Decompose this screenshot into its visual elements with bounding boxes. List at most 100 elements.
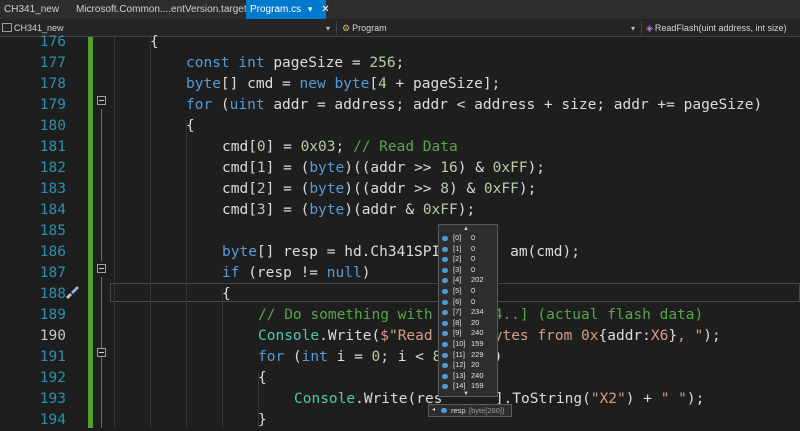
line-number: 187 (39, 265, 66, 281)
code-line[interactable]: { (150, 32, 159, 53)
datatip-value: 240 (471, 328, 484, 338)
code-line[interactable]: for (uint addr = address; addr < address… (186, 95, 762, 116)
datatip-row[interactable]: [4] 202 (439, 275, 497, 286)
code-token: 2 (256, 181, 266, 197)
code-token: , " (677, 328, 704, 344)
code-line[interactable]: const int pageSize = 256; (186, 53, 404, 74)
line-number: 185 (39, 223, 66, 239)
code-token: { (222, 286, 231, 302)
tab-label: Microsoft.Common....entVersion.targets (76, 4, 252, 15)
tab-common-targets[interactable]: Microsoft.Common....entVersion.targets (72, 0, 256, 19)
code-line[interactable]: byte[] cmd = new byte[4 + pageSize]; (186, 74, 500, 95)
document-tab-bar: CH341_new Microsoft.Common....entVersion… (0, 0, 800, 19)
datatip-expanded-array[interactable]: ▲ [0] 0 [1] 0 [2] 0 [3] 0 [4] 202 [5] 0 [6] 0 [7] 234 [8… (438, 224, 498, 397)
code-token: if (222, 265, 240, 281)
datatip-row[interactable]: [3] 0 (439, 265, 497, 276)
paintbrush-icon[interactable] (64, 285, 80, 299)
line-number: 188 (39, 286, 66, 302)
datatip-value: 0 (471, 243, 476, 253)
member-dropdown[interactable]: ◈ ReadFlash(uint address, int size) (646, 19, 786, 37)
collapse-toggle[interactable] (97, 264, 106, 273)
field-icon (442, 342, 448, 347)
code-editor[interactable]: 176 177 178 179 180 181 182 183 184 185 186 187 188 1… (0, 34, 800, 428)
code-token: "X2" (590, 391, 626, 407)
datatip-index: [8] (453, 317, 462, 327)
code-token: X6 (650, 328, 669, 344)
datatip-row[interactable]: [2] 0 (439, 254, 497, 265)
code-token: ( (284, 349, 302, 365)
code-token: . (319, 328, 328, 344)
datatip-row[interactable]: [1] 0 (439, 244, 497, 255)
field-icon (442, 331, 448, 337)
code-token: ] = ( (265, 160, 310, 176)
code-token: ytes from 0x (493, 328, 599, 344)
code-token: { (258, 370, 267, 386)
code-token: 0xFF (483, 181, 519, 197)
fold-guide (101, 109, 102, 261)
code-token: byte (186, 76, 221, 92)
code-token: // Read Data (352, 139, 458, 155)
tab-ch341-new[interactable]: CH341_new (0, 0, 63, 19)
datatip-row[interactable]: [12] 20 (439, 360, 497, 371)
field-icon (442, 257, 448, 263)
scroll-down-icon[interactable]: ▼ (463, 391, 469, 397)
collapse-toggle[interactable] (97, 96, 106, 105)
code-line[interactable]: cmd[2] = (byte)((addr >> 8) & 0xFF); (222, 179, 536, 200)
code-line[interactable]: cmd[1] = (byte)((addr >> 16) & 0xFF); (222, 158, 545, 179)
datatip-row[interactable]: [5] 0 (439, 286, 497, 297)
line-number: 179 (39, 97, 66, 113)
code-token: byte (334, 76, 370, 92)
code-token: cmd[ (222, 160, 257, 176)
pin-icon[interactable]: ▾ (308, 4, 313, 14)
code-token: 16 (440, 160, 458, 176)
code-line[interactable]: cmd[3] = (byte)(addr & 0xFF); (222, 200, 475, 221)
tab-program-cs[interactable]: Program.cs ▾ ✕ (246, 0, 330, 19)
datatip-row[interactable]: [7] 234 (439, 307, 497, 318)
datatip-row[interactable]: [8] 20 (439, 318, 497, 329)
separator (641, 21, 642, 35)
datatip-row[interactable]: [13] 240 (439, 371, 497, 382)
chevron-down-icon: ▾ (631, 24, 636, 33)
collapse-toggle[interactable] (97, 348, 106, 357)
line-number: 182 (39, 160, 66, 176)
separator (336, 21, 337, 35)
close-icon[interactable]: ✕ (321, 4, 329, 15)
code-line[interactable]: cmd[0] = 0x03; // Read Data (222, 137, 458, 158)
code-token: new (299, 76, 326, 92)
code-token: ) + (625, 391, 661, 407)
code-token: { (186, 118, 195, 134)
datatip-row[interactable]: [10] 159 (439, 339, 497, 350)
code-token: 4 (378, 76, 387, 92)
datatip-value: 202 (471, 275, 484, 285)
datatip-row[interactable]: [6] 0 (439, 297, 497, 308)
datatip-row[interactable]: [0] 0 (439, 233, 497, 244)
datatip-index: [5] (453, 286, 462, 295)
code-token: byte (309, 160, 345, 176)
datatip-variable[interactable]: ◂ resp {byte[260]} (428, 404, 512, 417)
code-token: pageSize = (264, 55, 370, 71)
code-line[interactable]: { (186, 116, 195, 137)
line-number: 191 (39, 349, 66, 365)
code-token: Console (258, 328, 320, 344)
expand-arrow-icon[interactable]: ◂ (432, 405, 435, 416)
code-token: byte (309, 181, 345, 197)
line-number: 193 (39, 391, 66, 407)
class-dropdown[interactable]: ⚙ Program (342, 19, 387, 37)
code-token: 0 (256, 139, 266, 155)
field-icon (442, 310, 448, 316)
code-line[interactable]: byte[] resp = hd.Ch341SPI am(cmd); (222, 242, 580, 263)
code-line[interactable]: { (222, 284, 231, 305)
code-line[interactable]: if (resp != null) (222, 263, 370, 284)
code-token: 0 (371, 349, 381, 365)
project-dropdown-caret[interactable]: ▾ (326, 19, 330, 37)
code-token: )((addr >> (344, 181, 441, 197)
code-line[interactable]: { (258, 368, 267, 389)
class-dropdown-caret[interactable]: ▾ (631, 19, 635, 37)
code-token: ; i < (380, 349, 433, 365)
code-token: ] = ( (265, 202, 310, 218)
datatip-row[interactable]: [9] 240 (439, 328, 497, 339)
datatip-row[interactable]: [11] 229 (439, 350, 497, 361)
scroll-up-icon[interactable]: ▲ (463, 226, 469, 232)
code-token: ; (395, 55, 405, 71)
line-number: 186 (39, 244, 66, 260)
